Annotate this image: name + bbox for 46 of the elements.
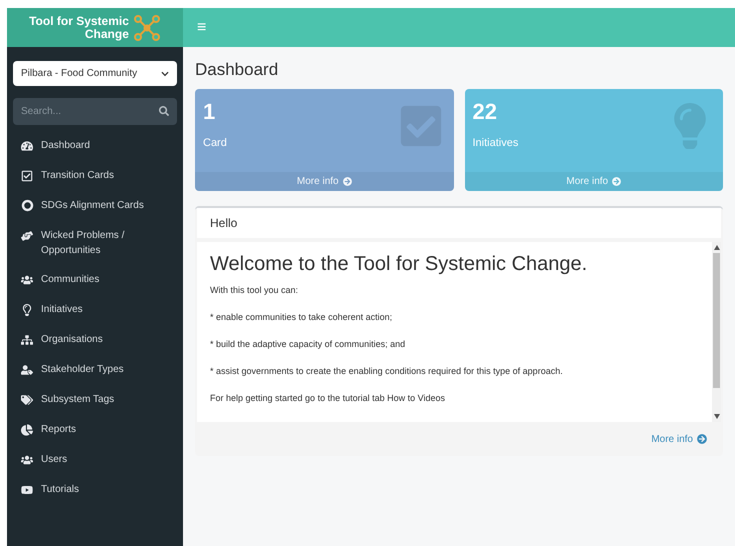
brand-title: Change bbox=[84, 28, 129, 40]
nav-item[interactable]: Organisations bbox=[19, 325, 171, 355]
chevron-down-icon bbox=[161, 70, 169, 78]
info-label: Initiatives bbox=[472, 136, 520, 151]
pie-chart-icon bbox=[21, 424, 33, 436]
welcome-paragraph: For help getting started go to the tutorial tab How to Videos bbox=[210, 392, 446, 404]
nav-item[interactable]: SDGs Alignment Cards bbox=[19, 191, 171, 221]
nav-item[interactable]: Reports bbox=[19, 415, 171, 445]
sitemap-icon bbox=[21, 334, 33, 346]
scroll-down-icon[interactable] bbox=[714, 414, 720, 419]
nav-item[interactable]: Transition Cards bbox=[19, 161, 171, 191]
users-icon bbox=[21, 454, 33, 466]
checkbox-icon bbox=[21, 170, 33, 182]
network-logo-icon bbox=[132, 14, 161, 42]
dashboard-icon bbox=[21, 140, 33, 152]
video-icon bbox=[21, 484, 33, 496]
hands-icon bbox=[21, 230, 33, 242]
scrollbar-thumb[interactable] bbox=[713, 253, 720, 388]
welcome-paragraph: * build the adaptive capacity of communities; and bbox=[210, 338, 406, 350]
user-tag-icon bbox=[21, 364, 33, 376]
nav-item[interactable]: Dashboard bbox=[19, 131, 171, 161]
nav-item[interactable]: Initiatives bbox=[19, 295, 171, 325]
search-icon bbox=[159, 106, 169, 116]
lightbulb-icon bbox=[21, 304, 33, 316]
tags-icon bbox=[21, 394, 33, 406]
nav-item[interactable]: Communities bbox=[19, 265, 171, 295]
nav-item[interactable]: Stakeholder Types bbox=[19, 355, 171, 385]
nav-item[interactable]: Subsystem Tags bbox=[19, 385, 171, 415]
card-title: Hello bbox=[210, 215, 238, 232]
welcome-paragraph: * enable communities to take coherent action; bbox=[210, 311, 394, 323]
nav-item[interactable]: Users bbox=[19, 445, 171, 475]
ring-icon bbox=[20, 199, 34, 212]
brand-title: Tool for Systemic bbox=[29, 14, 129, 28]
info-count: 22 bbox=[472, 99, 498, 125]
community-select[interactable]: Pilbara - Food Community bbox=[13, 61, 177, 86]
scroll-up-icon[interactable] bbox=[714, 245, 720, 250]
nav-item[interactable]: Tutorials bbox=[19, 475, 171, 505]
search-field[interactable]: Search... bbox=[13, 98, 177, 125]
page-title: Dashboard bbox=[195, 59, 280, 81]
info-label: Card bbox=[203, 136, 228, 151]
users-icon bbox=[21, 274, 33, 286]
welcome-paragraph: * assist governments to create the enabling conditions required for this type of approach. bbox=[210, 365, 564, 377]
info-count: 1 bbox=[203, 99, 216, 125]
nav-item[interactable]: Wicked Problems / Opportunities bbox=[19, 221, 171, 265]
welcome-paragraph: With this tool you can: bbox=[210, 284, 300, 296]
welcome-heading: Welcome to the Tool for Systemic Change. bbox=[210, 252, 588, 277]
